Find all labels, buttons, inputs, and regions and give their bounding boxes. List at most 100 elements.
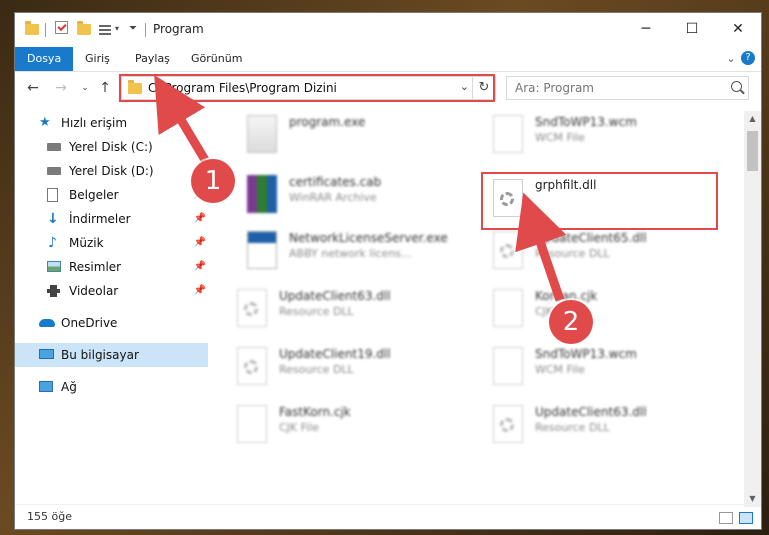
ribbon-tabs: Dosya Giriş Paylaş Görünüm ⌄ ?: [15, 47, 761, 72]
tab-gorunum[interactable]: Görünüm: [179, 47, 254, 71]
minimize-button[interactable]: ─: [623, 13, 669, 45]
recent-locations-button[interactable]: ⌄: [75, 78, 95, 98]
sidebar-item-label: Ağ: [61, 380, 77, 394]
sidebar-item-this-pc[interactable]: Bu bilgisayar: [15, 343, 208, 367]
sidebar-item-label: Belgeler: [69, 188, 119, 202]
tab-dosya[interactable]: Dosya: [15, 47, 74, 71]
search-icon[interactable]: [731, 81, 742, 92]
file-name: UpdateClient63.dll: [279, 289, 391, 303]
file-tile[interactable]: Korean.cjk CJK File: [483, 285, 723, 339]
tiles-view-button[interactable]: [739, 512, 753, 524]
documents-icon: [47, 188, 58, 202]
sidebar-item-network[interactable]: Ağ: [15, 375, 208, 399]
download-icon: ↓: [47, 211, 59, 227]
archive-file-icon: [247, 175, 277, 213]
star-icon: ★: [39, 115, 51, 130]
file-type: ABBY network licens...: [289, 247, 412, 260]
maximize-button[interactable]: ☐: [669, 13, 715, 45]
sidebar-item-label: Yerel Disk (C:): [69, 140, 153, 154]
cloud-icon: [39, 319, 55, 327]
help-icon[interactable]: ?: [741, 51, 755, 65]
file-icon: [493, 115, 523, 153]
sidebar-item-onedrive[interactable]: OneDrive: [15, 311, 208, 335]
dll-file-icon: [493, 231, 523, 269]
file-tile[interactable]: program.exe: [237, 111, 477, 165]
vertical-scrollbar[interactable]: ▲ ▼: [744, 111, 761, 507]
chevron-down-icon[interactable]: ▾: [115, 22, 129, 36]
navigation-pane: ★ Hızlı erişim Yerel Disk (C:) Yerel Dis…: [15, 111, 208, 501]
file-name: certificates.cab: [289, 175, 382, 189]
pin-icon[interactable]: 📌: [194, 255, 206, 279]
search-input[interactable]: [513, 80, 717, 96]
file-type: CJK File: [279, 421, 320, 434]
scroll-thumb[interactable]: [747, 131, 758, 171]
file-tile[interactable]: UpdateClient19.dll Resource DLL: [227, 343, 467, 397]
back-button[interactable]: ←: [23, 78, 43, 98]
tab-giris[interactable]: Giriş: [73, 47, 122, 71]
sidebar-item-muzik[interactable]: ♪ Müzik 📌: [15, 231, 208, 255]
divider: [45, 23, 46, 37]
file-name: UpdateClient19.dll: [279, 347, 391, 361]
file-icon: [493, 289, 523, 327]
file-name: SndToWP13.wcm: [535, 115, 637, 129]
file-tile[interactable]: UpdateClient65.dll Resource DLL: [483, 227, 723, 281]
pin-icon[interactable]: 📌: [194, 231, 206, 255]
scroll-up-icon[interactable]: ▲: [744, 111, 761, 127]
file-type: Resource DLL: [535, 247, 610, 260]
sidebar-item-label: Resimler: [69, 260, 122, 274]
file-tile[interactable]: SndToWP13.wcm WCM File: [483, 111, 723, 165]
search-box[interactable]: [506, 76, 749, 100]
pin-icon[interactable]: 📌: [194, 279, 206, 303]
details-view-button[interactable]: [719, 512, 733, 524]
file-name: FastKorn.cjk: [279, 405, 351, 419]
tab-paylas[interactable]: Paylaş: [123, 47, 182, 71]
drive-icon: [47, 143, 61, 151]
file-type: WCM File: [535, 363, 585, 376]
sidebar-item-local-disk-c[interactable]: Yerel Disk (C:): [15, 135, 208, 159]
drive-icon: [47, 167, 61, 175]
sidebar-item-belgeler[interactable]: Belgeler 📌: [15, 183, 208, 207]
file-tile[interactable]: SndToWP13.wcm WCM File: [483, 343, 723, 397]
file-tile[interactable]: UpdateClient63.dll Resource DLL: [227, 285, 467, 339]
up-button[interactable]: ↑: [95, 78, 115, 98]
item-count: 155 öğe: [27, 510, 72, 523]
divider: [145, 23, 146, 37]
file-type: WCM File: [535, 131, 585, 144]
file-name: program.exe: [289, 115, 366, 129]
file-tile[interactable]: UpdateClient63.dll Resource DLL: [483, 401, 723, 455]
close-button[interactable]: ✕: [715, 13, 761, 45]
dll-file-icon: [237, 347, 267, 385]
file-tile[interactable]: certificates.cab WinRAR Archive: [237, 171, 477, 225]
quick-access-dropdown-icon[interactable]: ⏷: [129, 22, 143, 36]
title-bar: ▾ ⏷ Program ─ ☐ ✕: [15, 13, 761, 47]
sidebar-item-videolar[interactable]: Videolar 📌: [15, 279, 208, 303]
properties-icon[interactable]: [55, 21, 68, 34]
file-list: program.exe SndToWP13.wcm WCM File certi…: [227, 111, 741, 481]
file-tile[interactable]: FastKorn.cjk CJK File: [227, 401, 467, 455]
file-highlight-box: [481, 172, 718, 230]
sidebar-item-label: Bu bilgisayar: [61, 348, 139, 362]
music-icon: ♪: [48, 235, 57, 251]
sidebar-item-local-disk-d[interactable]: Yerel Disk (D:): [15, 159, 208, 183]
file-type: Resource DLL: [279, 305, 354, 318]
dll-file-icon: [493, 405, 523, 443]
app-file-icon: [247, 231, 277, 269]
customize-icon[interactable]: [99, 22, 113, 36]
ribbon-expand-icon[interactable]: ⌄: [723, 51, 739, 67]
file-icon: [237, 405, 267, 443]
sidebar-item-label: Müzik: [69, 236, 104, 250]
dll-file-icon: [237, 289, 267, 327]
sidebar-item-label: İndirmeler: [69, 212, 131, 226]
sidebar-item-resimler[interactable]: Resimler 📌: [15, 255, 208, 279]
sidebar-item-label: Hızlı erişim: [61, 116, 128, 130]
pin-icon[interactable]: 📌: [194, 207, 206, 231]
status-bar: 155 öğe: [15, 504, 761, 529]
file-tile[interactable]: NetworkLicenseServer.exe ABBY network li…: [237, 227, 477, 281]
file-type: Resource DLL: [535, 421, 610, 434]
sidebar-item-quick-access[interactable]: ★ Hızlı erişim: [15, 111, 208, 135]
folder-icon: [25, 21, 39, 36]
sidebar-item-indirmeler[interactable]: ↓ İndirmeler 📌: [15, 207, 208, 231]
computer-icon: [39, 349, 54, 359]
forward-button[interactable]: →: [51, 78, 71, 98]
new-folder-icon[interactable]: [77, 21, 91, 36]
